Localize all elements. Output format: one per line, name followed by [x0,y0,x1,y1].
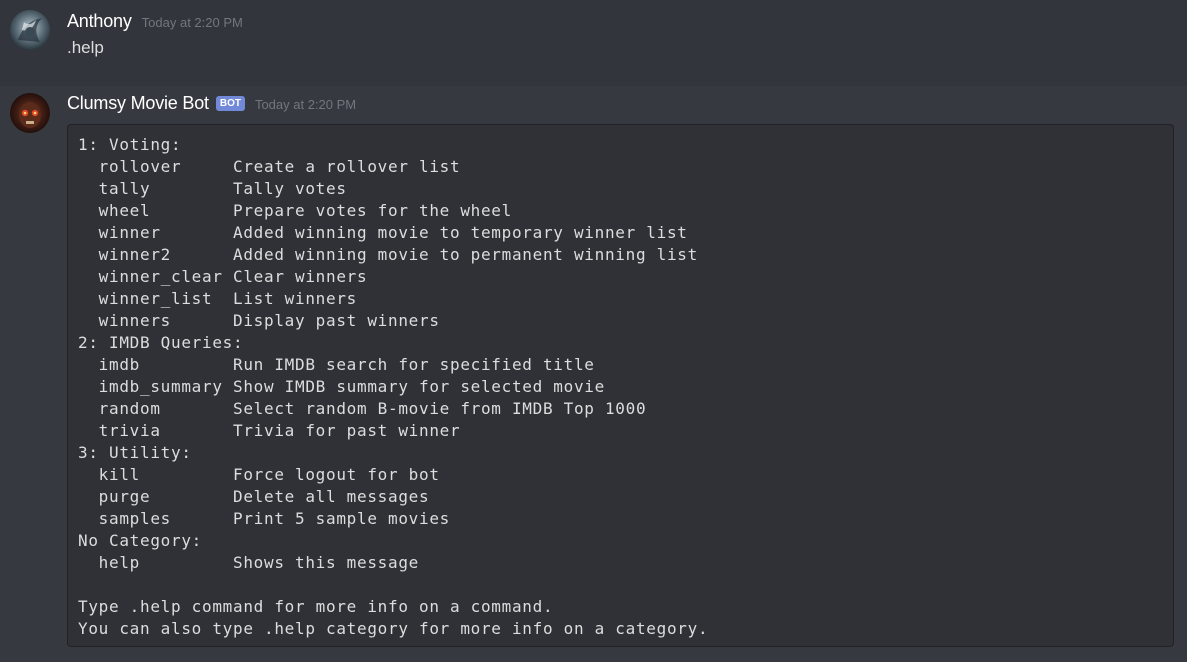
message-header: Anthony Today at 2:20 PM [67,11,243,32]
bot-avatar-icon[interactable] [10,93,50,133]
user-avatar-icon[interactable] [10,10,50,50]
timestamp: Today at 2:20 PM [254,97,357,112]
username[interactable]: Anthony [67,11,132,32]
username[interactable]: Clumsy Movie Bot [67,93,209,114]
message-anthony: Anthony Today at 2:20 PM .help [0,0,1187,86]
message-header: Clumsy Movie Bot BOT Today at 2:20 PM [67,93,356,114]
message-content: .help [67,38,104,57]
message-bot: Clumsy Movie Bot BOT Today at 2:20 PM 1:… [0,86,1187,662]
help-code-block: 1: Voting: rollover Create a rollover li… [67,124,1174,647]
help-code-text: 1: Voting: rollover Create a rollover li… [78,135,709,638]
timestamp: Today at 2:20 PM [141,15,243,30]
bot-badge: BOT [215,96,245,111]
